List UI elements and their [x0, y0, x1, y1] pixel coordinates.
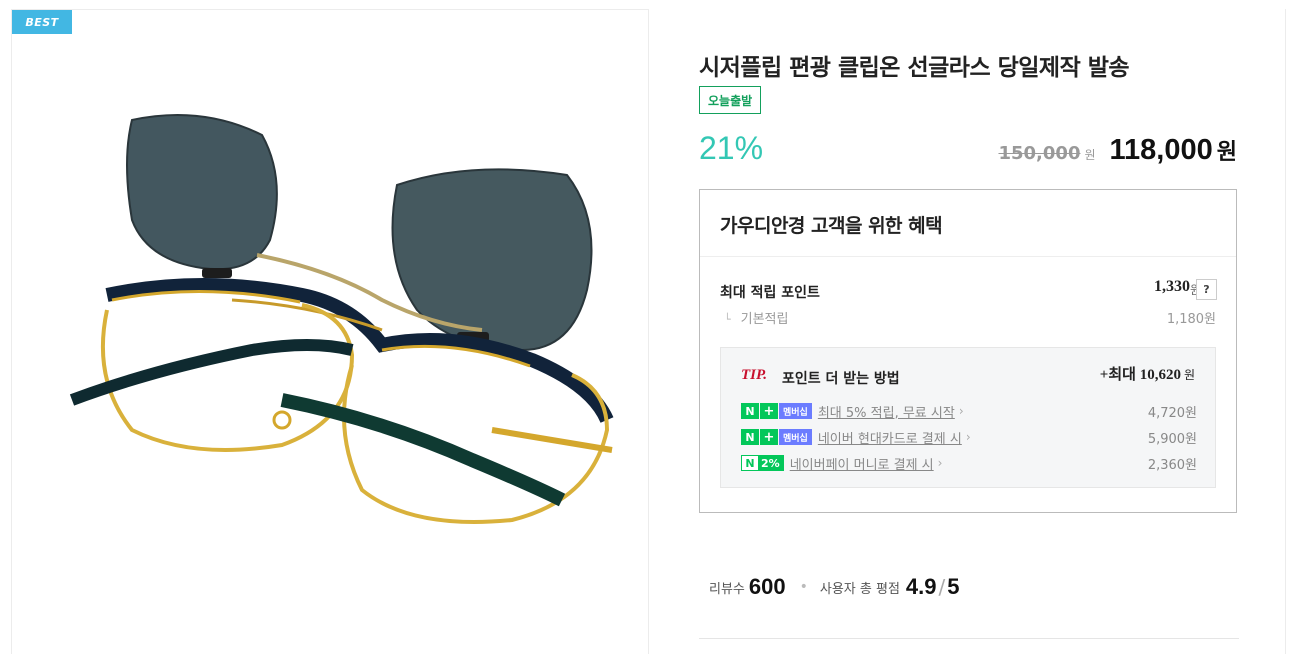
gallery-right-border	[1285, 9, 1286, 654]
tip-tag: TIP.	[741, 367, 767, 383]
naver-n-icon: N	[741, 403, 759, 419]
naverpay-badge: N 2%	[741, 455, 784, 471]
basic-point-text: 기본적립	[740, 312, 789, 327]
tip-amount: 2,360원	[1147, 457, 1197, 473]
naver-n-icon: N	[741, 429, 759, 445]
chevron-right-icon: ›	[937, 456, 943, 470]
rating-max: 5	[947, 574, 960, 599]
chevron-right-icon: ›	[965, 430, 971, 444]
naverpay-percent: 2%	[758, 456, 783, 470]
discount-rate: 21%	[699, 130, 764, 166]
tip-link-pay[interactable]: 네이버페이 머니로 결제 시	[790, 454, 934, 473]
original-price-unit: 원	[1084, 148, 1096, 162]
sale-price: 118,000	[1109, 134, 1213, 166]
product-title: 시저플립 편광 클립온 선글라스 당일제작 발송	[699, 55, 1130, 81]
rating-score: 4.9	[905, 574, 937, 599]
product-detail-page: BEST 시저플립 편광 클립온 선글라스 당일제작 발송 오늘출발 21% 1…	[0, 0, 1295, 654]
tip-amount: 4,720원	[1147, 405, 1197, 421]
review-count-label: 리뷰수	[709, 581, 745, 597]
chevron-right-icon: ›	[958, 404, 964, 418]
product-image[interactable]	[52, 100, 652, 540]
membership-badge: 멤버십	[779, 429, 812, 445]
tip-text: 포인트 더 받는 방법	[782, 371, 900, 387]
rating-slash: /	[938, 575, 946, 599]
membership-badge: 멤버십	[779, 403, 812, 419]
product-gallery: BEST	[11, 9, 649, 654]
tip-max-unit: 원	[1183, 368, 1195, 382]
best-badge: BEST	[12, 10, 72, 34]
help-icon[interactable]: ?	[1196, 279, 1217, 300]
benefit-box: 가우디안경 고객을 위한 혜택 최대 적립 포인트 1,330 원 ? └ 기본적…	[699, 189, 1237, 513]
tip-row-card: N + 멤버십 네이버 현대카드로 결제 시 › 5,900원	[741, 428, 1197, 447]
review-summary: 리뷰수 600 • 사용자 총 평점 4.9 / 5	[709, 574, 960, 600]
tip-max-point: +최대 10,620 원	[1100, 363, 1195, 384]
benefit-divider	[700, 256, 1236, 257]
sale-price-unit: 원	[1216, 140, 1237, 165]
review-count[interactable]: 600	[749, 574, 786, 600]
tip-row-pay: N 2% 네이버페이 머니로 결제 시 › 2,360원	[741, 454, 1197, 473]
plus-icon: +	[760, 429, 778, 445]
original-price: 150,000	[998, 143, 1081, 164]
section-divider	[699, 638, 1239, 639]
max-point-label: 최대 적립 포인트	[720, 285, 820, 301]
tip-row-membership: N + 멤버십 최대 5% 적립, 무료 시작 › 4,720원	[741, 402, 1197, 421]
price-area: 150,000 원 118,000 원	[998, 134, 1237, 167]
corner-icon: └	[724, 313, 731, 326]
naverpay-n-icon: N	[742, 456, 758, 470]
rating-label: 사용자 총 평점	[819, 581, 900, 597]
tip-link-membership[interactable]: 최대 5% 적립, 무료 시작	[818, 402, 955, 421]
tip-link-card[interactable]: 네이버 현대카드로 결제 시	[818, 428, 962, 447]
today-shipping-badge: 오늘출발	[699, 86, 762, 114]
tip-amount: 5,900원	[1147, 431, 1197, 447]
tip-max-value: +최대 10,620	[1099, 367, 1181, 383]
product-info-panel: 시저플립 편광 클립온 선글라스 당일제작 발송 오늘출발 21% 150,00…	[699, 0, 1239, 654]
benefit-title: 가우디안경 고객을 위한 혜택	[720, 215, 943, 237]
plus-icon: +	[760, 403, 778, 419]
tip-box: TIP. 포인트 더 받는 방법 +최대 10,620 원 N + 멤버십 최대 …	[720, 347, 1216, 488]
max-point-value: 1,330	[1154, 278, 1190, 295]
separator-dot: •	[799, 579, 808, 595]
basic-point-label: └ 기본적립	[724, 308, 788, 327]
basic-point-value: 1,180원	[1166, 312, 1216, 327]
